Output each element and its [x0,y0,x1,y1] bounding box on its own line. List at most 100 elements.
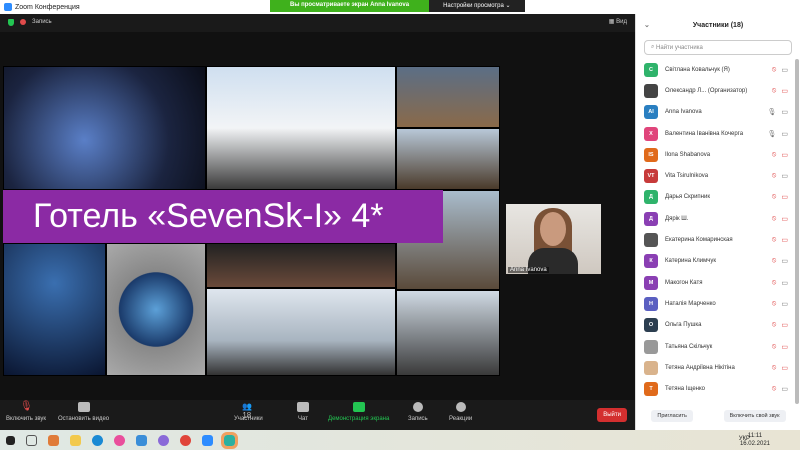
mic-muted-icon[interactable]: ⦸ [772,343,777,351]
mic-muted-icon[interactable]: ⦸ [772,172,777,180]
video-off-icon[interactable]: ▭ [781,343,788,351]
participant-row[interactable]: IS Ilona Shabanova ⦸ ▭ [636,144,794,165]
mic-muted-icon[interactable]: ⦸ [772,87,777,95]
unmute-button[interactable]: 🎙 Включить звук [6,402,47,423]
video-off-icon[interactable]: ▭ [781,215,788,223]
chrome-icon[interactable] [180,434,191,446]
unmute-label: Включить звук [6,416,47,422]
view-settings-button[interactable]: Настройки просмотра ⌄ [429,0,525,12]
video-off-icon[interactable]: ▭ [781,87,788,95]
participant-row[interactable]: М Макогон Катя ⦸ ▭ [636,272,794,293]
mic-muted-icon[interactable]: ⦸ [772,257,777,265]
leave-button[interactable]: Выйти [597,408,627,422]
photo-dining [396,128,500,190]
chat-button[interactable]: Чат [297,402,309,422]
mic-icon[interactable]: 🎙 [767,108,776,116]
record-button[interactable]: Запись [408,402,428,422]
avatar: Д [644,211,658,226]
participant-name: Vita Tsirulnikova [665,173,709,180]
view-label: Вид [616,19,627,25]
mic-muted-icon[interactable]: ⦸ [772,385,777,393]
participant-row[interactable]: Д Дарья Скрипник ⦸ ▭ [636,187,794,208]
reactions-label: Реакции [449,416,473,422]
avatar: К [644,254,658,269]
participant-row[interactable]: Н Наталія Марченко ⦸ ▭ [636,293,794,314]
video-icon[interactable]: ▭ [781,172,788,180]
zoom-icon[interactable] [202,434,213,446]
video-off-icon[interactable]: ▭ [781,193,788,201]
search-placeholder: Найти участника [656,44,703,51]
shield-icon[interactable] [8,18,14,26]
participant-row[interactable]: С Світлана Ковальчук (Я) ⦸ ▭ [636,59,794,80]
mic-muted-icon[interactable]: ⦸ [772,364,777,372]
chevron-down-icon[interactable]: ⌄ [644,21,650,29]
participant-row[interactable]: Екатерина Комаринская ⦸ ▭ [636,229,794,250]
avatar: Х [644,126,658,141]
share-screen-button[interactable]: Демонстрация экрана [328,402,389,422]
taskbar: УКР 11:11 16.02.2021 [0,430,800,450]
recording-label: Запись [32,19,52,25]
mic-muted-icon[interactable]: ⦸ [772,66,777,74]
video-off-icon[interactable]: ▭ [781,236,788,244]
participant-row[interactable]: О Ольга Пушка ⦸ ▭ [636,315,794,336]
photo-lounge [396,290,500,376]
record-icon [20,19,26,25]
video-icon[interactable]: ▭ [781,300,788,308]
video-off-icon[interactable]: ▭ [781,321,788,329]
start-icon[interactable] [6,435,15,445]
video-icon[interactable]: ▭ [781,130,788,138]
video-off-icon[interactable]: ▭ [781,151,788,159]
file-explorer-icon[interactable] [70,434,81,446]
participant-row[interactable]: AI Anna Ivanova 🎙 ▭ [636,102,794,123]
edge-icon[interactable] [92,434,103,446]
participant-row[interactable]: Д Дярік Ш. ⦸ ▭ [636,208,794,229]
stop-video-button[interactable]: Остановить видео [58,402,109,422]
mic-muted-icon[interactable]: ⦸ [772,193,777,201]
participant-name: Валентина Іванівна Кочерга [665,130,744,137]
mic-muted-icon[interactable]: ⦸ [772,236,777,244]
participant-name: Макогон Катя [665,279,703,286]
participant-name: Наталія Марченко [665,300,716,307]
scrollbar[interactable] [795,59,799,404]
participants-button[interactable]: 👥18 Участники [234,402,263,422]
invite-button[interactable]: Пригласить [651,410,693,422]
participant-name: Ольга Пушка [665,322,702,329]
app-icon[interactable] [136,434,147,446]
video-thumbnail[interactable]: Anna Ivanova [506,204,601,274]
participant-row[interactable]: Тетяна Андріївна Нікітіна ⦸ ▭ [636,357,794,378]
participant-row[interactable]: VT Vita Tsirulnikova ⦸ ▭ [636,165,794,186]
participant-row[interactable]: Татьяна Скільчук ⦸ ▭ [636,336,794,357]
clock[interactable]: 11:11 16.02.2021 [740,432,770,448]
video-icon[interactable]: ▭ [781,385,788,393]
reactions-button[interactable]: Реакции [449,402,472,422]
participant-name: Світлана Ковальчук (Я) [665,66,730,73]
participant-name: Тетяна Іщенко [665,386,705,393]
stop-video-label: Остановить видео [58,416,110,422]
browser-icon[interactable] [158,434,169,446]
mic-muted-icon[interactable]: ⦸ [772,151,777,159]
app-icon[interactable] [221,431,238,449]
task-view-icon[interactable] [26,434,37,446]
participant-row[interactable]: Х Валентина Іванівна Кочерга 🎙 ▭ [636,123,794,144]
participant-row[interactable]: К Катерина Климчук ⦸ ▭ [636,251,794,272]
paint-icon[interactable] [114,434,125,446]
participant-search-input[interactable]: ⌕ Найти участника [644,40,792,55]
share-screen-icon [352,402,365,412]
avatar [644,339,658,354]
video-icon[interactable]: ▭ [781,66,788,74]
participant-row[interactable]: Олександр Л... (Организатор) ⦸ ▭ [636,80,794,101]
mic-muted-icon[interactable]: ⦸ [772,321,777,329]
participant-row[interactable]: Т Тетяна Іщенко ⦸ ▭ [636,378,794,399]
avatar [644,233,658,248]
view-button[interactable]: ▦ Вид [609,18,627,25]
mic-muted-icon[interactable]: ⦸ [772,279,777,287]
mic-muted-icon[interactable]: ⦸ [772,215,777,223]
video-off-icon[interactable]: ▭ [781,364,788,372]
video-icon[interactable]: ▭ [781,279,788,287]
mic-muted-icon[interactable]: ⦸ [772,300,777,308]
video-icon[interactable]: ▭ [781,108,788,116]
mic-icon[interactable]: 🎙 [767,130,776,138]
app-icon[interactable] [48,434,59,446]
unmute-self-button[interactable]: Включить свой звук [723,410,786,422]
video-icon[interactable]: ▭ [781,257,788,265]
